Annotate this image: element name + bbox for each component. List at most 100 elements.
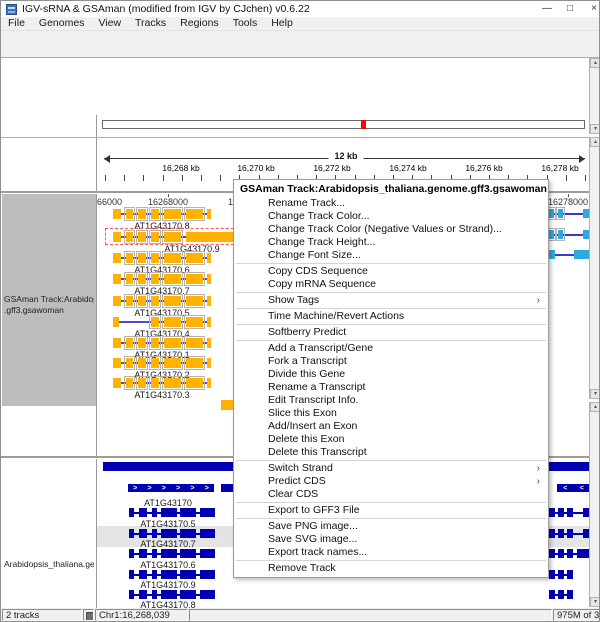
menu-item-change-track-color-negative-values-or-strand[interactable]: Change Track Color (Negative Values or S… [234,223,548,236]
exon [566,508,573,517]
menu-item-change-track-height[interactable]: Change Track Height... [234,236,548,249]
strand-arrow-icon: > [133,484,138,492]
menu-item-remove-track[interactable]: Remove Track [234,562,548,575]
maximize-icon[interactable]: □ [559,1,581,16]
exon [151,317,160,327]
exon [129,549,135,558]
exon [163,317,181,327]
menu-separator [236,518,546,519]
menu-item-add-a-transcript-gene[interactable]: Add a Transcript/Gene [234,342,548,355]
menu-item-fork-a-transcript[interactable]: Fork a Transcript [234,355,548,368]
exon [567,570,573,579]
menu-item-divide-this-gene[interactable]: Divide this Gene [234,368,548,381]
menu-help[interactable]: Help [264,17,300,30]
transcript-AT1G43170[interactable] [129,508,215,517]
transcript-AT1G43170.6[interactable] [113,250,211,265]
exon [126,358,133,368]
transcript-feature[interactable] [549,570,573,579]
transcript-AT1G43170.3[interactable] [113,375,211,390]
gene-strand-bar[interactable]: < < [557,484,590,492]
exon [163,253,181,263]
exon [137,358,147,368]
transcript-feature[interactable] [549,549,589,558]
scroll-up-icon[interactable]: ▴ [590,137,599,147]
exon [179,529,197,538]
exon [151,358,160,368]
menu-item-predict-cds[interactable]: Predict CDS › [234,475,548,488]
transcript-AT1G43170.2[interactable] [113,355,211,370]
menu-item-export-track-names[interactable]: Export track names... [234,546,548,559]
close-icon[interactable]: × [583,1,599,16]
menu-item-slice-this-exon[interactable]: Slice this Exon [234,407,548,420]
menu-genomes[interactable]: Genomes [32,17,92,30]
strand-arrow-icon: > [190,484,195,492]
transcript-feature[interactable] [549,508,589,517]
exon [126,378,133,388]
transcript-label: AT1G43170.3 [134,390,190,400]
transcript-feature[interactable] [549,529,589,538]
menu-item-change-font-size[interactable]: Change Font Size... [234,249,548,262]
scroll-down-icon[interactable]: ▾ [590,389,599,399]
scroll-up-icon[interactable]: ▴ [590,58,599,68]
exon [186,338,203,348]
menu-item-show-tags[interactable]: Show Tags › [234,294,548,307]
scroll-down-icon[interactable]: ▾ [590,597,599,607]
menu-item-clear-cds[interactable]: Clear CDS [234,488,548,501]
menu-regions[interactable]: Regions [173,17,226,30]
track-name: GSAman Track:Arabidopsis_thalian [4,294,94,304]
menu-file[interactable]: File [1,17,32,30]
gene-strand-bar[interactable]: > > > > > > [128,484,214,492]
transcript-AT1G43170.4[interactable] [113,314,211,329]
menu-item-save-png-image[interactable]: Save PNG image... [234,520,548,533]
exon [206,358,211,368]
transcript-AT1G43170.1[interactable] [113,335,211,350]
transcript-label: AT1G43170.6 [140,560,196,570]
menu-item-time-machine-revert-actions[interactable]: Time Machine/Revert Actions [234,310,548,323]
menu-view[interactable]: View [91,17,128,30]
transcript-AT1G43170.5[interactable] [113,293,211,308]
exon [161,570,177,579]
menu-item-export-to-gff3-file[interactable]: Export to GFF3 File [234,504,548,517]
exon [113,317,119,327]
transcript-AT1G43170.5[interactable] [129,529,215,538]
transcript-AT1G43170.7[interactable] [113,271,211,286]
vertical-scrollbar[interactable]: ▴ ▾ [589,137,599,399]
exon [548,230,554,239]
menu-item-copy-cds-sequence[interactable]: Copy CDS Sequence [234,265,548,278]
menu-item-softberry-predict[interactable]: Softberry Predict [234,326,548,339]
transcript-AT1G43170.7[interactable] [129,549,215,558]
menu-item-delete-this-transcript[interactable]: Delete this Transcript [234,446,548,459]
app-icon [6,4,17,15]
exon [137,296,147,306]
menu-item-edit-transcript-info[interactable]: Edit Transcript Info. [234,394,548,407]
exon [577,549,589,558]
vertical-scrollbar[interactable]: ▴ ▾ [589,58,599,134]
transcript-AT1G43170.9[interactable] [129,590,215,599]
minimize-icon[interactable]: — [536,1,558,16]
menu-item-change-track-color[interactable]: Change Track Color... [234,210,548,223]
menu-separator [236,324,546,325]
menu-tracks[interactable]: Tracks [128,17,173,30]
menu-item-switch-strand[interactable]: Switch Strand › [234,462,548,475]
track-count-status: 2 tracks [2,609,82,621]
exon [186,274,203,284]
scroll-up-icon[interactable]: ▴ [590,402,599,412]
vertical-scrollbar[interactable]: ▴ ▾ [589,402,599,607]
menu-item-copy-mrna-sequence[interactable]: Copy mRNA Sequence [234,278,548,291]
transcript-feature[interactable] [549,590,573,599]
exon [151,590,157,599]
exon [566,529,573,538]
chromosome-ideogram[interactable] [102,120,585,129]
scroll-down-icon[interactable]: ▾ [590,124,599,134]
transcript-AT1G43170.6[interactable] [129,570,215,579]
menu-item-add-insert-an-exon[interactable]: Add/Insert an Exon [234,420,548,433]
transcript-label: AT1G43170.5 [140,519,196,529]
menu-item-rename-track[interactable]: Rename Track... [234,197,548,210]
menu-tools[interactable]: Tools [226,17,265,30]
menu-item-save-svg-image[interactable]: Save SVG image... [234,533,548,546]
exon [129,590,135,599]
exon [139,508,147,517]
menu-item-rename-a-transcript[interactable]: Rename a Transcript [234,381,548,394]
transcript-AT1G43170.8[interactable] [113,206,211,221]
menu-item-delete-this-exon[interactable]: Delete this Exon [234,433,548,446]
